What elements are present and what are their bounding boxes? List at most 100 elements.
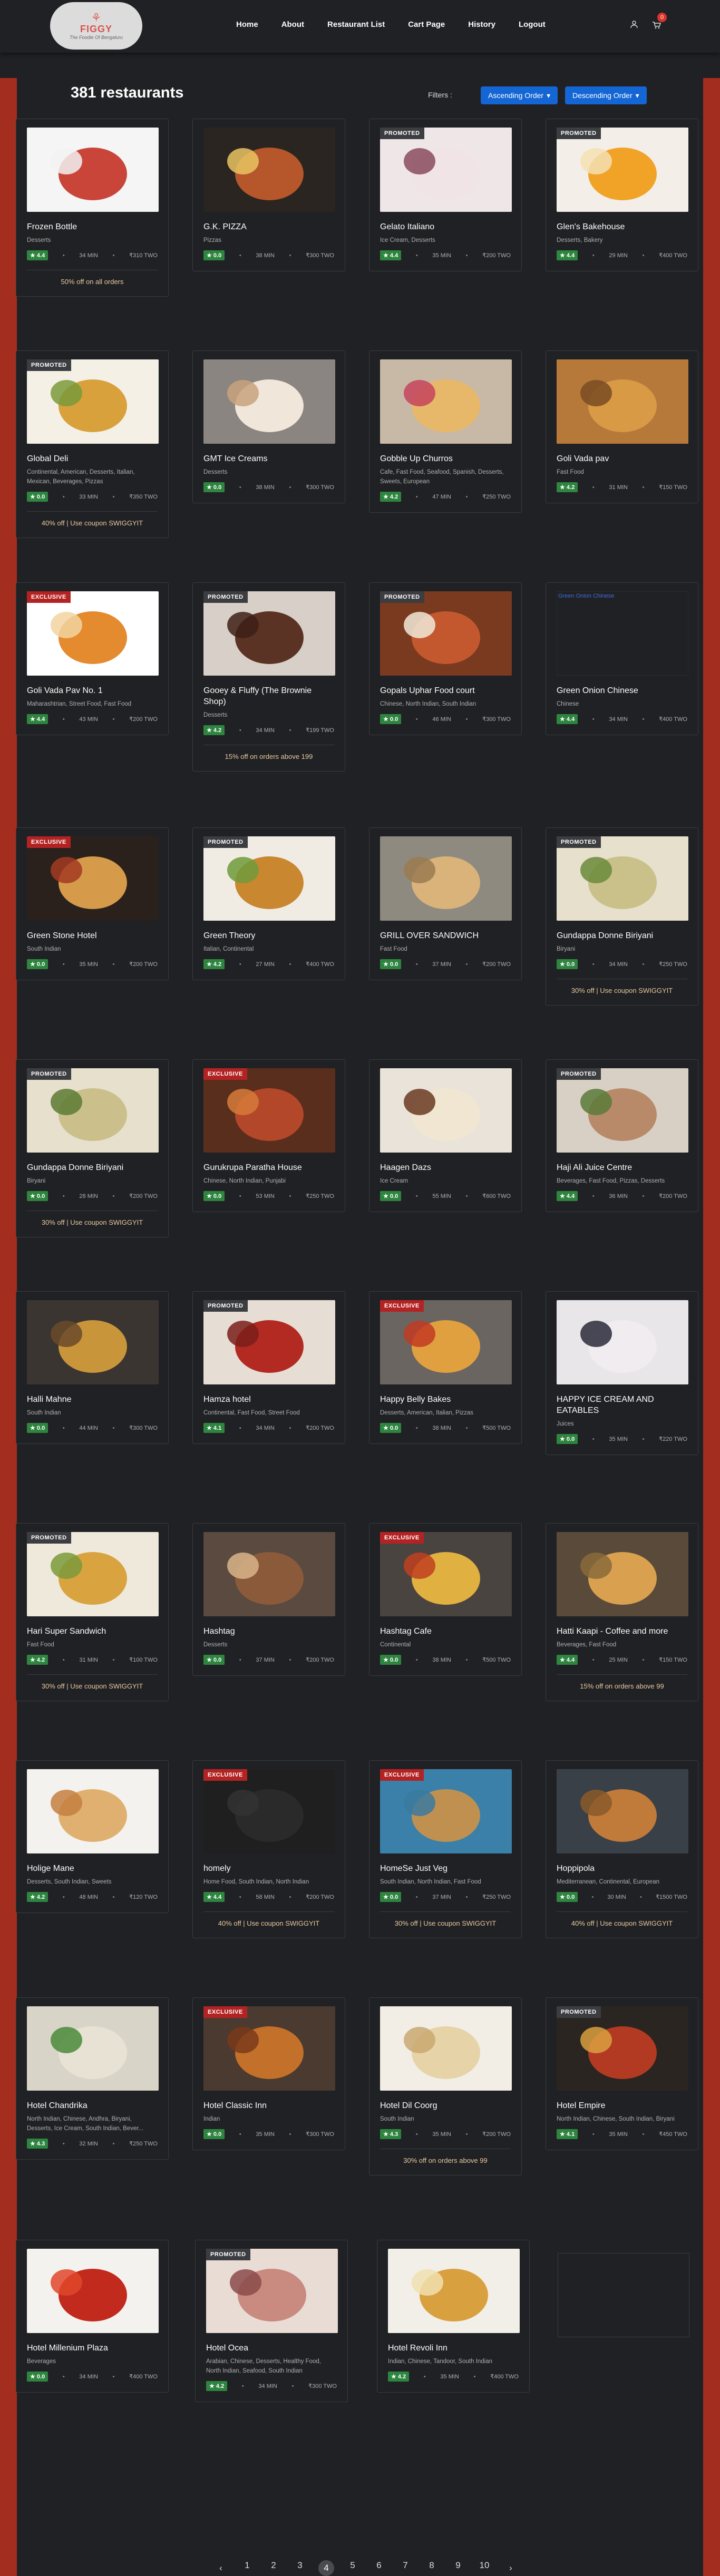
nav-cart-page[interactable]: Cart Page (408, 20, 445, 29)
restaurant-card[interactable]: EXCLUSIVE Hashtag Cafe Continental ★ 0.0… (369, 1523, 522, 1676)
nav-about[interactable]: About (281, 20, 304, 29)
restaurant-name[interactable]: Hotel Millenium Plaza (27, 2343, 158, 2354)
restaurant-name[interactable]: Glen's Bakehouse (557, 221, 687, 232)
restaurant-name[interactable]: homely (203, 1863, 334, 1874)
restaurant-card[interactable]: PROMOTED Hari Super Sandwich Fast Food ★… (16, 1523, 169, 1701)
restaurant-name[interactable]: GRILL OVER SANDWICH (380, 930, 511, 941)
pagination-page[interactable]: 7 (392, 2560, 419, 2576)
restaurant-card[interactable]: Goli Vada pav Fast Food ★ 4.2 • 31 MIN •… (546, 350, 698, 503)
restaurant-name[interactable]: Hashtag (203, 1626, 334, 1637)
restaurant-card[interactable]: PROMOTED Global Deli Continental, Americ… (16, 350, 169, 538)
restaurant-name[interactable]: Goli Vada pav (557, 453, 687, 464)
restaurant-name[interactable]: Hotel Ocea (206, 2343, 337, 2354)
restaurant-card[interactable]: PROMOTED Gundappa Donne Biriyani Biryani… (546, 827, 698, 1006)
restaurant-name[interactable]: Hotel Chandrika (27, 2100, 158, 2111)
restaurant-name[interactable]: GMT Ice Creams (203, 453, 334, 464)
restaurant-name[interactable]: Gundappa Donne Biriyani (557, 930, 687, 941)
brand-logo[interactable]: ⚘ FIGGY The Foodie Of Bengaluru (50, 2, 142, 50)
restaurant-card[interactable]: PROMOTED Hotel Empire North Indian, Chin… (546, 1997, 698, 2150)
restaurant-card[interactable]: PROMOTED Gundappa Donne Biriyani Biryani… (16, 1059, 169, 1237)
restaurant-name[interactable]: Gooey & Fluffy (The Brownie Shop) (203, 685, 334, 707)
restaurant-card[interactable]: HAPPY ICE CREAM AND EATABLES Juices ★ 0.… (546, 1291, 698, 1455)
restaurant-card[interactable]: Gobble Up Churros Cafe, Fast Food, Seafo… (369, 350, 522, 513)
restaurant-name[interactable]: Hotel Revoli Inn (388, 2343, 519, 2354)
restaurant-card[interactable]: Hatti Kaapi - Coffee and more Beverages,… (546, 1523, 698, 1701)
pagination-page[interactable]: 10 (471, 2560, 498, 2576)
restaurant-name[interactable]: Green Onion Chinese (557, 685, 687, 696)
nav-restaurant-list[interactable]: Restaurant List (327, 20, 385, 29)
pagination-page[interactable]: 1 (234, 2560, 260, 2576)
restaurant-name[interactable]: Frozen Bottle (27, 221, 158, 232)
nav-home[interactable]: Home (236, 20, 258, 29)
restaurant-card[interactable]: G.K. PIZZA Pizzas ★ 0.0 • 38 MIN • ₹300 … (192, 119, 345, 271)
pagination-page[interactable]: 2 (260, 2560, 287, 2576)
cart-icon[interactable] (651, 20, 661, 32)
restaurant-card[interactable]: PROMOTED Glen's Bakehouse Desserts, Bake… (546, 119, 698, 271)
pagination-page[interactable]: 3 (287, 2560, 313, 2576)
restaurant-card[interactable]: Hoppipola Mediterranean, Continental, Eu… (546, 1760, 698, 1938)
restaurant-card[interactable]: EXCLUSIVE Goli Vada Pav No. 1 Maharashtr… (16, 582, 169, 735)
pagination-page[interactable]: 5 (339, 2560, 366, 2576)
restaurant-card[interactable]: EXCLUSIVE homely Home Food, South Indian… (192, 1760, 345, 1938)
restaurant-card[interactable]: Green Onion Chinese Green Onion Chinese … (546, 582, 698, 735)
restaurant-name[interactable]: Hari Super Sandwich (27, 1626, 158, 1637)
restaurant-card[interactable]: PROMOTED Hamza hotel Continental, Fast F… (192, 1291, 345, 1444)
restaurant-card[interactable]: EXCLUSIVE Green Stone Hotel South Indian… (16, 827, 169, 980)
restaurant-card[interactable]: PROMOTED Gooey & Fluffy (The Brownie Sho… (192, 582, 345, 772)
restaurant-name[interactable]: Hatti Kaapi - Coffee and more (557, 1626, 687, 1637)
restaurant-name[interactable]: Global Deli (27, 453, 158, 464)
restaurant-name[interactable]: HomeSe Just Veg (380, 1863, 511, 1874)
restaurant-card[interactable]: EXCLUSIVE Happy Belly Bakes Desserts, Am… (369, 1291, 522, 1444)
restaurant-name[interactable]: Gelato Italiano (380, 221, 511, 232)
restaurant-card[interactable]: PROMOTED Gelato Italiano Ice Cream, Dess… (369, 119, 522, 271)
restaurant-card[interactable]: Halli Mahne South Indian ★ 0.0 • 44 MIN … (16, 1291, 169, 1444)
restaurant-card[interactable]: PROMOTED Green Theory Italian, Continent… (192, 827, 345, 980)
descending-order-button[interactable]: Descending Order ▾ (565, 86, 647, 104)
restaurant-name[interactable]: Hotel Empire (557, 2100, 687, 2111)
restaurant-name[interactable]: Hotel Classic Inn (203, 2100, 334, 2111)
restaurant-card[interactable]: PROMOTED Hotel Ocea Arabian, Chinese, De… (195, 2240, 348, 2402)
restaurant-name[interactable]: Haagen Dazs (380, 1162, 511, 1173)
restaurant-name[interactable]: Hashtag Cafe (380, 1626, 511, 1637)
restaurant-name[interactable]: Hotel Dil Coorg (380, 2100, 511, 2111)
restaurant-card[interactable]: EXCLUSIVE Hotel Classic Inn Indian ★ 0.0… (192, 1997, 345, 2150)
nav-history[interactable]: History (468, 20, 495, 29)
restaurant-card[interactable]: PROMOTED Haji Ali Juice Centre Beverages… (546, 1059, 698, 1212)
ascending-order-button[interactable]: Ascending Order ▾ (481, 86, 558, 104)
restaurant-name[interactable]: Hamza hotel (203, 1394, 334, 1405)
restaurant-name[interactable]: G.K. PIZZA (203, 221, 334, 232)
restaurant-card[interactable]: Haagen Dazs Ice Cream ★ 0.0 • 55 MIN • ₹… (369, 1059, 522, 1212)
pagination-page[interactable]: 4 (313, 2560, 339, 2576)
restaurant-name[interactable]: Gundappa Donne Biriyani (27, 1162, 158, 1173)
pagination-page[interactable]: 9 (445, 2560, 471, 2576)
restaurant-card[interactable]: Hotel Millenium Plaza Beverages ★ 0.0 • … (16, 2240, 169, 2393)
restaurant-card[interactable]: EXCLUSIVE Gurukrupa Paratha House Chines… (192, 1059, 345, 1212)
restaurant-card[interactable]: Holige Mane Desserts, South Indian, Swee… (16, 1760, 169, 1913)
restaurant-name[interactable]: Holige Mane (27, 1863, 158, 1874)
restaurant-card[interactable]: Frozen Bottle Desserts ★ 4.4 • 34 MIN • … (16, 119, 169, 297)
restaurant-name[interactable]: HAPPY ICE CREAM AND EATABLES (557, 1394, 687, 1416)
restaurant-name[interactable]: Gopals Uphar Food court (380, 685, 511, 696)
restaurant-card[interactable]: Hotel Revoli Inn Indian, Chinese, Tandoo… (377, 2240, 530, 2393)
restaurant-name[interactable]: Green Stone Hotel (27, 930, 158, 941)
restaurant-card[interactable]: EXCLUSIVE HomeSe Just Veg South Indian, … (369, 1760, 522, 1938)
restaurant-name[interactable]: Hoppipola (557, 1863, 687, 1874)
pagination-page[interactable]: 6 (366, 2560, 392, 2576)
restaurant-card[interactable]: Hotel Dil Coorg South Indian ★ 4.3 • 35 … (369, 1997, 522, 2175)
user-icon[interactable] (630, 20, 638, 31)
restaurant-name[interactable]: Halli Mahne (27, 1394, 158, 1405)
restaurant-name[interactable]: Haji Ali Juice Centre (557, 1162, 687, 1173)
restaurant-card[interactable]: PROMOTED Gopals Uphar Food court Chinese… (369, 582, 522, 735)
nav-logout[interactable]: Logout (519, 20, 546, 29)
restaurant-card[interactable]: GRILL OVER SANDWICH Fast Food ★ 0.0 • 37… (369, 827, 522, 980)
restaurant-card[interactable]: Hotel Chandrika North Indian, Chinese, A… (16, 1997, 169, 2160)
restaurant-name[interactable]: Goli Vada Pav No. 1 (27, 685, 158, 696)
pagination-next[interactable]: › (498, 2563, 524, 2573)
restaurant-card[interactable]: GMT Ice Creams Desserts ★ 0.0 • 38 MIN •… (192, 350, 345, 503)
pagination-page[interactable]: 8 (419, 2560, 445, 2576)
restaurant-card[interactable]: Hashtag Desserts ★ 0.0 • 37 MIN • ₹200 T… (192, 1523, 345, 1676)
restaurant-name[interactable]: Green Theory (203, 930, 334, 941)
restaurant-name[interactable]: Happy Belly Bakes (380, 1394, 511, 1405)
restaurant-name[interactable]: Gurukrupa Paratha House (203, 1162, 334, 1173)
pagination-prev[interactable]: ‹ (208, 2563, 234, 2573)
